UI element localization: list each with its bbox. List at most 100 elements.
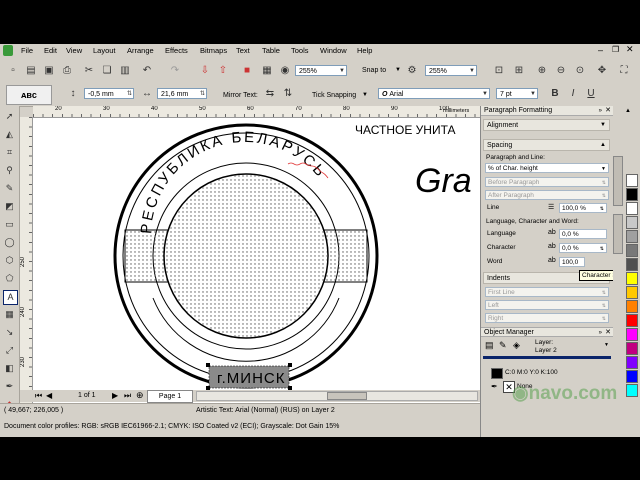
layer-properties-icon[interactable]: ▤ xyxy=(485,340,494,351)
zoom-level-combo-2[interactable]: 255% ▼ xyxy=(425,65,477,76)
shape-tool-icon[interactable]: ◭ xyxy=(3,128,16,141)
palette-swatch[interactable] xyxy=(626,216,638,229)
save-icon[interactable]: ▣ xyxy=(42,64,56,78)
export-icon[interactable]: ⇧ xyxy=(216,64,230,78)
dimension-tool-icon[interactable]: ↘ xyxy=(3,326,16,339)
character-spacing-field[interactable]: 0,0 % ⇅ xyxy=(559,243,607,253)
palette-swatch[interactable] xyxy=(626,244,638,257)
mirror-vertical-icon[interactable]: ⇅ xyxy=(281,87,295,101)
underline-icon[interactable]: U xyxy=(584,87,598,101)
palette-swatch[interactable] xyxy=(626,202,638,215)
copy-icon[interactable]: ❏ xyxy=(100,64,114,78)
welcome-screen-icon[interactable]: ▦ xyxy=(260,64,274,78)
color-profiles[interactable]: Document color profiles: RGB: sRGB IEC61… xyxy=(4,423,339,430)
menu-view[interactable]: View xyxy=(66,46,82,55)
pan-icon[interactable]: ✥ xyxy=(595,64,609,78)
text-tool-icon[interactable]: A xyxy=(3,290,18,305)
prev-page-icon[interactable]: ◀ xyxy=(46,391,52,400)
zoom-page-icon[interactable]: ⊞ xyxy=(512,64,526,78)
close-button[interactable]: ✕ xyxy=(626,44,634,55)
right-indent-field[interactable]: Right ⇅ xyxy=(485,313,609,323)
vertical-ruler[interactable]: 250 240 230 xyxy=(20,117,33,414)
corel-online-icon[interactable]: ◉ xyxy=(278,64,292,78)
eyedropper-tool-icon[interactable]: ✒ xyxy=(3,380,16,393)
bold-icon[interactable]: B xyxy=(548,87,562,101)
smart-fill-icon[interactable]: ◩ xyxy=(3,200,16,213)
print-icon[interactable]: ⎙ xyxy=(60,64,74,78)
menu-edit[interactable]: Edit xyxy=(44,46,57,55)
palette-swatch[interactable] xyxy=(626,314,638,327)
snap-to-label[interactable]: Snap to xyxy=(362,67,386,74)
rectangle-tool-icon[interactable]: ▭ xyxy=(3,218,16,231)
polygon-tool-icon[interactable]: ⬡ xyxy=(3,254,16,267)
word-spacing-field[interactable]: 100,0 xyxy=(559,257,585,267)
import-icon[interactable]: ⇩ xyxy=(198,64,212,78)
cut-icon[interactable]: ✂ xyxy=(82,64,96,78)
page-tab[interactable]: Page 1 xyxy=(147,390,193,403)
ellipse-tool-icon[interactable]: ◯ xyxy=(3,236,16,249)
palette-swatch[interactable] xyxy=(626,174,638,187)
minimize-button[interactable]: – xyxy=(598,45,603,55)
docker-arrows-icon[interactable]: » xyxy=(599,106,602,116)
blend-tool-icon[interactable]: ◧ xyxy=(3,362,16,375)
menu-bitmaps[interactable]: Bitmaps xyxy=(200,46,227,55)
alignment-section[interactable]: Alignment ▼ xyxy=(483,119,610,131)
font-size-combo[interactable]: 7 pt ▼ xyxy=(496,88,538,99)
palette-swatch[interactable] xyxy=(626,356,638,369)
palette-swatch[interactable] xyxy=(626,300,638,313)
spacing-mode-select[interactable]: % of Char. height ▼ xyxy=(485,163,609,173)
palette-swatch[interactable] xyxy=(626,230,638,243)
docker-side-tab-2[interactable] xyxy=(613,214,623,254)
docker-close-icon[interactable]: ✕ xyxy=(605,106,611,116)
palette-scroll-up-icon[interactable]: ▲ xyxy=(625,108,631,114)
zoom-to-fit-icon[interactable]: ⊡ xyxy=(492,64,506,78)
first-page-icon[interactable]: ⏮ xyxy=(35,391,42,401)
first-line-field[interactable]: First Line ⇅ xyxy=(485,287,609,297)
font-list-combo[interactable]: O Arial ▼ xyxy=(378,88,490,99)
palette-swatch[interactable] xyxy=(626,384,638,397)
menu-effects[interactable]: Effects xyxy=(165,46,188,55)
crop-tool-icon[interactable]: ⌗ xyxy=(3,146,16,159)
freehand-tool-icon[interactable]: ✎ xyxy=(3,182,16,195)
text-direction-icon[interactable]: ↕ xyxy=(66,87,80,101)
big-text[interactable]: Gra xyxy=(415,162,472,200)
horizontal-scrollbar[interactable] xyxy=(196,391,478,401)
distance-from-path-icon[interactable]: ↔ xyxy=(140,87,154,101)
zoom-selection-icon[interactable]: ⊙ xyxy=(573,64,587,78)
spacing-section[interactable]: Spacing ▲ xyxy=(483,139,610,151)
menu-file[interactable]: File xyxy=(21,46,33,55)
tick-snapping-label[interactable]: Tick Snapping xyxy=(312,92,356,99)
drawing-canvas[interactable]: РЕСПУБЛИКА БЕЛАРУСЬ г.МИНСК ЧАСТНОЕ УНИТ… xyxy=(33,118,480,414)
line-spacing-field[interactable]: 100,0 % ⇅ xyxy=(559,203,607,213)
open-icon[interactable]: ▤ xyxy=(24,64,38,78)
options-icon[interactable]: ⚙ xyxy=(405,64,419,78)
menu-tools[interactable]: Tools xyxy=(291,46,309,55)
zoom-out-icon[interactable]: ⊖ xyxy=(554,64,568,78)
basic-shapes-icon[interactable]: ⬠ xyxy=(3,272,16,285)
before-paragraph-field[interactable]: Before Paragraph ⇅ xyxy=(485,177,609,187)
italic-icon[interactable]: I xyxy=(566,87,580,101)
connector-tool-icon[interactable]: ⤢ xyxy=(3,344,16,357)
fullscreen-icon[interactable]: ⛶ xyxy=(617,64,631,78)
chevron-down-icon[interactable]: ▼ xyxy=(395,67,401,73)
publish-pdf-icon[interactable]: ■ xyxy=(240,64,254,78)
palette-swatch[interactable] xyxy=(626,328,638,341)
menu-arrange[interactable]: Arrange xyxy=(127,46,154,55)
next-page-icon[interactable]: ▶ xyxy=(112,391,118,400)
spin-icon[interactable]: ⇅ xyxy=(600,244,604,254)
last-page-icon[interactable]: ⏭ xyxy=(124,391,131,401)
zoom-level-combo[interactable]: 255% ▼ xyxy=(295,65,347,76)
palette-swatch[interactable] xyxy=(626,258,638,271)
mirror-horizontal-icon[interactable]: ⇆ xyxy=(263,87,277,101)
selection-handle[interactable] xyxy=(288,363,292,367)
fill-swatch[interactable] xyxy=(491,368,503,379)
new-layer-icon[interactable]: ✎ xyxy=(499,340,507,351)
palette-swatch[interactable] xyxy=(626,286,638,299)
object-list[interactable] xyxy=(483,356,611,359)
distance-field[interactable]: 21,6 mm ⇅ xyxy=(157,88,207,99)
palette-swatch[interactable] xyxy=(626,272,638,285)
chevron-down-icon[interactable]: ▼ xyxy=(362,92,368,98)
add-page-icon[interactable]: ⊕ xyxy=(136,390,144,401)
scrollbar-thumb[interactable] xyxy=(327,392,367,400)
text-path-preview[interactable]: ᴀвc xyxy=(6,85,52,105)
